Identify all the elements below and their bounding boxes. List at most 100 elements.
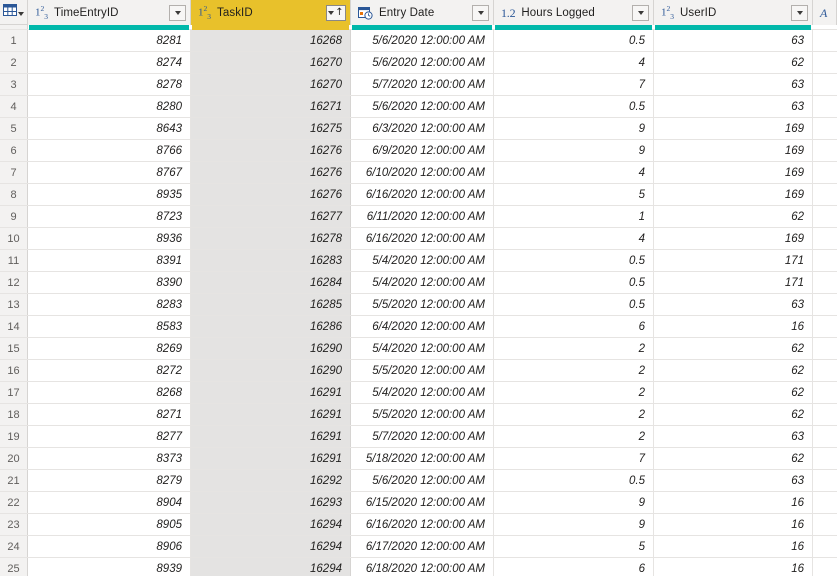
cell-timeentryid[interactable]: 8272 bbox=[28, 360, 191, 381]
cell-timeentryid[interactable]: 8766 bbox=[28, 140, 191, 161]
cell-next-partial[interactable] bbox=[813, 184, 837, 205]
cell-timeentryid[interactable]: 8906 bbox=[28, 536, 191, 557]
cell-timeentryid[interactable]: 8723 bbox=[28, 206, 191, 227]
cell-entry-date[interactable]: 6/3/2020 12:00:00 AM bbox=[351, 118, 494, 139]
cell-next-partial[interactable] bbox=[813, 52, 837, 73]
column-header-next-partial[interactable]: A bbox=[813, 0, 837, 25]
cell-entry-date[interactable]: 5/6/2020 12:00:00 AM bbox=[351, 30, 494, 51]
cell-taskid[interactable]: 16276 bbox=[191, 140, 351, 161]
row-number[interactable]: 22 bbox=[0, 492, 28, 513]
cell-hours-logged[interactable]: 0.5 bbox=[494, 96, 654, 117]
cell-hours-logged[interactable]: 2 bbox=[494, 404, 654, 425]
cell-timeentryid[interactable]: 8939 bbox=[28, 558, 191, 576]
cell-timeentryid[interactable]: 8936 bbox=[28, 228, 191, 249]
cell-userid[interactable]: 62 bbox=[654, 382, 813, 403]
table-row[interactable]: 16 8272 16290 5/5/2020 12:00:00 AM 2 62 bbox=[0, 360, 837, 382]
cell-timeentryid[interactable]: 8271 bbox=[28, 404, 191, 425]
cell-next-partial[interactable] bbox=[813, 470, 837, 491]
cell-entry-date[interactable]: 5/4/2020 12:00:00 AM bbox=[351, 338, 494, 359]
select-all-corner-button[interactable] bbox=[0, 0, 28, 24]
cell-taskid[interactable]: 16294 bbox=[191, 558, 351, 576]
cell-userid[interactable]: 63 bbox=[654, 74, 813, 95]
cell-timeentryid[interactable]: 8935 bbox=[28, 184, 191, 205]
cell-hours-logged[interactable]: 2 bbox=[494, 426, 654, 447]
table-row[interactable]: 2 8274 16270 5/6/2020 12:00:00 AM 4 62 bbox=[0, 52, 837, 74]
cell-timeentryid[interactable]: 8283 bbox=[28, 294, 191, 315]
table-row[interactable]: 8 8935 16276 6/16/2020 12:00:00 AM 5 169 bbox=[0, 184, 837, 206]
cell-hours-logged[interactable]: 0.5 bbox=[494, 294, 654, 315]
table-row[interactable]: 24 8906 16294 6/17/2020 12:00:00 AM 5 16 bbox=[0, 536, 837, 558]
cell-entry-date[interactable]: 5/18/2020 12:00:00 AM bbox=[351, 448, 494, 469]
cell-timeentryid[interactable]: 8904 bbox=[28, 492, 191, 513]
cell-entry-date[interactable]: 5/5/2020 12:00:00 AM bbox=[351, 360, 494, 381]
column-header-timeentryid[interactable]: 123 TimeEntryID bbox=[28, 0, 191, 25]
column-header-entry-date[interactable]: Entry Date bbox=[351, 0, 494, 25]
cell-userid[interactable]: 63 bbox=[654, 294, 813, 315]
row-number[interactable]: 12 bbox=[0, 272, 28, 293]
cell-userid[interactable]: 169 bbox=[654, 118, 813, 139]
cell-entry-date[interactable]: 5/6/2020 12:00:00 AM bbox=[351, 470, 494, 491]
cell-next-partial[interactable] bbox=[813, 360, 837, 381]
cell-entry-date[interactable]: 5/6/2020 12:00:00 AM bbox=[351, 96, 494, 117]
table-row[interactable]: 23 8905 16294 6/16/2020 12:00:00 AM 9 16 bbox=[0, 514, 837, 536]
table-row[interactable]: 17 8268 16291 5/4/2020 12:00:00 AM 2 62 bbox=[0, 382, 837, 404]
cell-taskid[interactable]: 16270 bbox=[191, 52, 351, 73]
table-row[interactable]: 5 8643 16275 6/3/2020 12:00:00 AM 9 169 bbox=[0, 118, 837, 140]
table-row[interactable]: 19 8277 16291 5/7/2020 12:00:00 AM 2 63 bbox=[0, 426, 837, 448]
cell-taskid[interactable]: 16268 bbox=[191, 30, 351, 51]
cell-entry-date[interactable]: 6/17/2020 12:00:00 AM bbox=[351, 536, 494, 557]
cell-userid[interactable]: 16 bbox=[654, 316, 813, 337]
data-rows-container[interactable]: 1 8281 16268 5/6/2020 12:00:00 AM 0.5 63 2 8274… bbox=[0, 30, 837, 576]
cell-hours-logged[interactable]: 1 bbox=[494, 206, 654, 227]
cell-entry-date[interactable]: 6/15/2020 12:00:00 AM bbox=[351, 492, 494, 513]
cell-entry-date[interactable]: 6/16/2020 12:00:00 AM bbox=[351, 184, 494, 205]
cell-hours-logged[interactable]: 7 bbox=[494, 448, 654, 469]
cell-hours-logged[interactable]: 9 bbox=[494, 514, 654, 535]
table-row[interactable]: 11 8391 16283 5/4/2020 12:00:00 AM 0.5 171 bbox=[0, 250, 837, 272]
column-filter-dropdown-button[interactable] bbox=[472, 4, 489, 21]
table-row[interactable]: 15 8269 16290 5/4/2020 12:00:00 AM 2 62 bbox=[0, 338, 837, 360]
row-number[interactable]: 18 bbox=[0, 404, 28, 425]
cell-entry-date[interactable]: 5/7/2020 12:00:00 AM bbox=[351, 74, 494, 95]
row-number[interactable]: 1 bbox=[0, 30, 28, 51]
cell-entry-date[interactable]: 5/5/2020 12:00:00 AM bbox=[351, 294, 494, 315]
cell-taskid[interactable]: 16292 bbox=[191, 470, 351, 491]
cell-userid[interactable]: 171 bbox=[654, 250, 813, 271]
row-number[interactable]: 11 bbox=[0, 250, 28, 271]
cell-next-partial[interactable] bbox=[813, 250, 837, 271]
cell-next-partial[interactable] bbox=[813, 426, 837, 447]
table-row[interactable]: 1 8281 16268 5/6/2020 12:00:00 AM 0.5 63 bbox=[0, 30, 837, 52]
cell-hours-logged[interactable]: 6 bbox=[494, 316, 654, 337]
table-row[interactable]: 12 8390 16284 5/4/2020 12:00:00 AM 0.5 171 bbox=[0, 272, 837, 294]
row-number[interactable]: 6 bbox=[0, 140, 28, 161]
row-number[interactable]: 10 bbox=[0, 228, 28, 249]
table-row[interactable]: 25 8939 16294 6/18/2020 12:00:00 AM 6 16 bbox=[0, 558, 837, 576]
cell-userid[interactable]: 62 bbox=[654, 52, 813, 73]
cell-taskid[interactable]: 16291 bbox=[191, 426, 351, 447]
table-row[interactable]: 3 8278 16270 5/7/2020 12:00:00 AM 7 63 bbox=[0, 74, 837, 96]
cell-next-partial[interactable] bbox=[813, 316, 837, 337]
row-number[interactable]: 21 bbox=[0, 470, 28, 491]
cell-userid[interactable]: 62 bbox=[654, 360, 813, 381]
cell-hours-logged[interactable]: 4 bbox=[494, 162, 654, 183]
cell-hours-logged[interactable]: 4 bbox=[494, 52, 654, 73]
row-number[interactable]: 19 bbox=[0, 426, 28, 447]
cell-taskid[interactable]: 16271 bbox=[191, 96, 351, 117]
cell-next-partial[interactable] bbox=[813, 162, 837, 183]
table-row[interactable]: 13 8283 16285 5/5/2020 12:00:00 AM 0.5 63 bbox=[0, 294, 837, 316]
cell-userid[interactable]: 16 bbox=[654, 514, 813, 535]
cell-hours-logged[interactable]: 2 bbox=[494, 360, 654, 381]
cell-hours-logged[interactable]: 0.5 bbox=[494, 30, 654, 51]
table-row[interactable]: 9 8723 16277 6/11/2020 12:00:00 AM 1 62 bbox=[0, 206, 837, 228]
cell-entry-date[interactable]: 5/6/2020 12:00:00 AM bbox=[351, 52, 494, 73]
row-number[interactable]: 16 bbox=[0, 360, 28, 381]
cell-entry-date[interactable]: 6/11/2020 12:00:00 AM bbox=[351, 206, 494, 227]
cell-taskid[interactable]: 16290 bbox=[191, 338, 351, 359]
cell-timeentryid[interactable]: 8583 bbox=[28, 316, 191, 337]
cell-taskid[interactable]: 16291 bbox=[191, 448, 351, 469]
cell-taskid[interactable]: 16276 bbox=[191, 184, 351, 205]
cell-userid[interactable]: 171 bbox=[654, 272, 813, 293]
cell-next-partial[interactable] bbox=[813, 492, 837, 513]
column-header-taskid[interactable]: 123 TaskID ↑ bbox=[191, 0, 351, 25]
row-number[interactable]: 14 bbox=[0, 316, 28, 337]
